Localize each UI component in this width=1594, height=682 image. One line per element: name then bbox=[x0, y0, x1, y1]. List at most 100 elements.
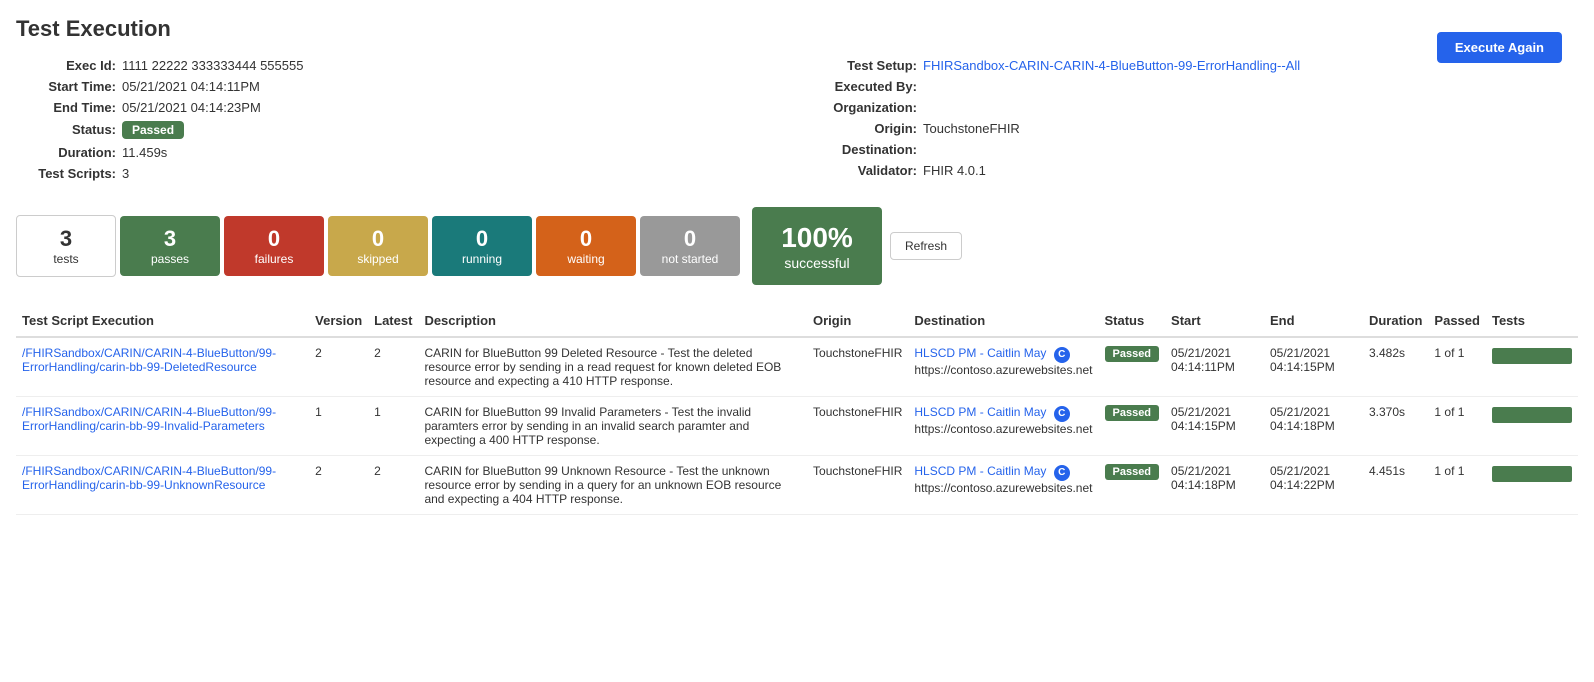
cell-passed: 1 of 1 bbox=[1428, 455, 1486, 514]
duration-value: 11.459s bbox=[122, 145, 167, 160]
cell-status: Passed bbox=[1099, 337, 1166, 397]
status-badge: Passed bbox=[1105, 464, 1160, 480]
status-badge: Passed bbox=[1105, 346, 1160, 362]
progress-bar-fill bbox=[1492, 348, 1572, 364]
skipped-box: 0 skipped bbox=[328, 216, 428, 276]
success-label: successful bbox=[772, 255, 862, 271]
progress-bar-container bbox=[1492, 407, 1572, 423]
cell-start: 05/21/2021 04:14:11PM bbox=[1165, 337, 1264, 397]
destination-url: https://contoso.azurewebsites.net bbox=[914, 363, 1092, 377]
skipped-label: skipped bbox=[344, 252, 412, 266]
cell-origin: TouchstoneFHIR bbox=[807, 455, 908, 514]
status-badge: Passed bbox=[1105, 405, 1160, 421]
waiting-label: waiting bbox=[552, 252, 620, 266]
cell-origin: TouchstoneFHIR bbox=[807, 337, 908, 397]
failures-count: 0 bbox=[240, 226, 308, 252]
destination-url: https://contoso.azurewebsites.net bbox=[914, 481, 1092, 495]
waiting-count: 0 bbox=[552, 226, 620, 252]
running-count: 0 bbox=[448, 226, 516, 252]
status-label: Status: bbox=[16, 122, 116, 137]
table-row: /FHIRSandbox/CARIN/CARIN-4-BlueButton/99… bbox=[16, 455, 1578, 514]
running-label: running bbox=[448, 252, 516, 266]
test-scripts-label: Test Scripts: bbox=[16, 166, 116, 181]
cell-duration: 3.370s bbox=[1363, 396, 1428, 455]
cell-origin: TouchstoneFHIR bbox=[807, 396, 908, 455]
destination-badge: C bbox=[1054, 406, 1070, 422]
cell-version: 2 bbox=[309, 455, 368, 514]
cell-script: /FHIRSandbox/CARIN/CARIN-4-BlueButton/99… bbox=[16, 455, 309, 514]
passes-box: 3 passes bbox=[120, 216, 220, 276]
cell-status: Passed bbox=[1099, 396, 1166, 455]
table-header-row: Test Script Execution Version Latest Des… bbox=[16, 305, 1578, 337]
cell-tests bbox=[1486, 396, 1578, 455]
progress-bar-container bbox=[1492, 466, 1572, 482]
page-title: Test Execution bbox=[16, 16, 1578, 42]
start-time-label: Start Time: bbox=[16, 79, 116, 94]
total-tests-box: 3 tests bbox=[16, 215, 116, 277]
destination-link[interactable]: HLSCD PM - Caitlin May bbox=[914, 464, 1046, 478]
cell-start: 05/21/2021 04:14:18PM bbox=[1165, 455, 1264, 514]
end-time-label: End Time: bbox=[16, 100, 116, 115]
cell-script: /FHIRSandbox/CARIN/CARIN-4-BlueButton/99… bbox=[16, 337, 309, 397]
script-link[interactable]: /FHIRSandbox/CARIN/CARIN-4-BlueButton/99… bbox=[22, 346, 276, 374]
script-link[interactable]: /FHIRSandbox/CARIN/CARIN-4-BlueButton/99… bbox=[22, 464, 276, 492]
end-time-value: 05/21/2021 04:14:23PM bbox=[122, 100, 261, 115]
test-setup-label: Test Setup: bbox=[817, 58, 917, 73]
cell-version: 2 bbox=[309, 337, 368, 397]
cell-end: 05/21/2021 04:14:22PM bbox=[1264, 455, 1363, 514]
cell-end: 05/21/2021 04:14:18PM bbox=[1264, 396, 1363, 455]
col-script: Test Script Execution bbox=[16, 305, 309, 337]
executed-by-label: Executed By: bbox=[817, 79, 917, 94]
cell-duration: 3.482s bbox=[1363, 337, 1428, 397]
cell-duration: 4.451s bbox=[1363, 455, 1428, 514]
status-badge: Passed bbox=[122, 121, 184, 139]
progress-bar-container bbox=[1492, 348, 1572, 364]
col-description: Description bbox=[418, 305, 807, 337]
cell-latest: 2 bbox=[368, 455, 418, 514]
cell-destination: HLSCD PM - Caitlin May C https://contoso… bbox=[908, 455, 1098, 514]
col-destination: Destination bbox=[908, 305, 1098, 337]
validator-value: FHIR 4.0.1 bbox=[923, 163, 986, 178]
not-started-label: not started bbox=[656, 252, 724, 266]
cell-passed: 1 of 1 bbox=[1428, 337, 1486, 397]
progress-bar-fill bbox=[1492, 407, 1572, 423]
col-latest: Latest bbox=[368, 305, 418, 337]
test-setup-link[interactable]: FHIRSandbox-CARIN-CARIN-4-BlueButton-99-… bbox=[923, 58, 1300, 73]
col-duration: Duration bbox=[1363, 305, 1428, 337]
failures-box: 0 failures bbox=[224, 216, 324, 276]
cell-tests bbox=[1486, 455, 1578, 514]
execute-again-button[interactable]: Execute Again bbox=[1437, 32, 1562, 63]
exec-id-value: 1111 22222 333333444 555555 bbox=[122, 58, 303, 73]
not-started-count: 0 bbox=[656, 226, 724, 252]
cell-latest: 2 bbox=[368, 337, 418, 397]
destination-link[interactable]: HLSCD PM - Caitlin May bbox=[914, 405, 1046, 419]
duration-label: Duration: bbox=[16, 145, 116, 160]
refresh-button[interactable]: Refresh bbox=[890, 232, 962, 260]
destination-badge: C bbox=[1054, 465, 1070, 481]
cell-destination: HLSCD PM - Caitlin May C https://contoso… bbox=[908, 337, 1098, 397]
origin-label: Origin: bbox=[817, 121, 917, 136]
col-origin: Origin bbox=[807, 305, 908, 337]
skipped-count: 0 bbox=[344, 226, 412, 252]
col-end: End bbox=[1264, 305, 1363, 337]
cell-latest: 1 bbox=[368, 396, 418, 455]
test-scripts-value: 3 bbox=[122, 166, 129, 181]
total-label: tests bbox=[33, 252, 99, 266]
cell-end: 05/21/2021 04:14:15PM bbox=[1264, 337, 1363, 397]
destination-url: https://contoso.azurewebsites.net bbox=[914, 422, 1092, 436]
destination-badge: C bbox=[1054, 347, 1070, 363]
destination-link[interactable]: HLSCD PM - Caitlin May bbox=[914, 346, 1046, 360]
start-time-value: 05/21/2021 04:14:11PM bbox=[122, 79, 260, 94]
table-row: /FHIRSandbox/CARIN/CARIN-4-BlueButton/99… bbox=[16, 396, 1578, 455]
failures-label: failures bbox=[240, 252, 308, 266]
table-row: /FHIRSandbox/CARIN/CARIN-4-BlueButton/99… bbox=[16, 337, 1578, 397]
origin-value: TouchstoneFHIR bbox=[923, 121, 1020, 136]
running-box: 0 running bbox=[432, 216, 532, 276]
cell-description: CARIN for BlueButton 99 Invalid Paramete… bbox=[418, 396, 807, 455]
script-link[interactable]: /FHIRSandbox/CARIN/CARIN-4-BlueButton/99… bbox=[22, 405, 276, 433]
waiting-box: 0 waiting bbox=[536, 216, 636, 276]
validator-label: Validator: bbox=[817, 163, 917, 178]
results-table: Test Script Execution Version Latest Des… bbox=[16, 305, 1578, 515]
progress-bar-fill bbox=[1492, 466, 1572, 482]
total-count: 3 bbox=[33, 226, 99, 252]
